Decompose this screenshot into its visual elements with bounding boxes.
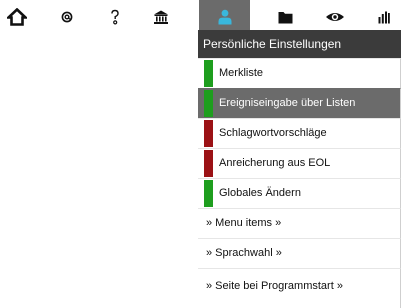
menu-item-anreicherung-eol[interactable]: Anreicherung aus EOL (198, 148, 401, 178)
menu-title: Persönliche Einstellungen (198, 30, 401, 58)
menu-item-label: Ereigniseingabe über Listen (219, 97, 356, 109)
menu-item-label: Schlagwortvorschläge (219, 127, 327, 139)
menu-item-schlagwortvorschlaege[interactable]: Schlagwortvorschläge (198, 118, 401, 148)
personal-settings-menu: Persönliche Einstellungen Merkliste Erei… (198, 30, 401, 308)
status-indicator-green (204, 180, 213, 207)
status-indicator-red (204, 150, 213, 177)
at-icon (61, 11, 73, 23)
menu-item-label: » Sprachwahl » (206, 247, 282, 259)
submenu-seite-programmstart[interactable]: » Seite bei Programmstart » (198, 268, 401, 308)
top-toolbar (0, 0, 401, 34)
menu-item-label: Anreicherung aus EOL (219, 157, 331, 169)
menu-item-merkliste[interactable]: Merkliste (198, 58, 401, 88)
at-button[interactable] (50, 0, 84, 34)
status-indicator-red (204, 120, 213, 147)
status-indicator-green (204, 90, 213, 117)
status-indicator-green (204, 60, 213, 87)
menu-item-label: Merkliste (219, 67, 264, 79)
museum-button[interactable] (144, 0, 178, 34)
help-button[interactable] (98, 0, 132, 34)
menu-item-ereigniseingabe[interactable]: Ereigniseingabe über Listen (198, 88, 401, 118)
menu-item-label: » Menu items » (206, 217, 282, 229)
folder-button[interactable] (268, 0, 302, 34)
user-settings-button[interactable] (199, 0, 250, 34)
submenu-menu-items[interactable]: » Menu items » (198, 208, 401, 238)
submenu-sprachwahl[interactable]: » Sprachwahl » (198, 238, 401, 268)
menu-item-globales-aendern[interactable]: Globales Ändern (198, 178, 401, 208)
museum-icon (154, 10, 168, 24)
home-icon (7, 8, 27, 26)
bar-chart-icon (378, 11, 390, 24)
home-button[interactable] (0, 0, 34, 34)
eye-icon (326, 13, 344, 21)
folder-icon (278, 11, 292, 23)
menu-item-label: » Seite bei Programmstart » (206, 280, 343, 292)
eye-button[interactable] (318, 0, 352, 34)
question-icon (111, 9, 119, 25)
statistics-button[interactable] (367, 0, 401, 34)
user-icon (218, 9, 231, 25)
menu-item-label: Globales Ändern (219, 187, 301, 199)
